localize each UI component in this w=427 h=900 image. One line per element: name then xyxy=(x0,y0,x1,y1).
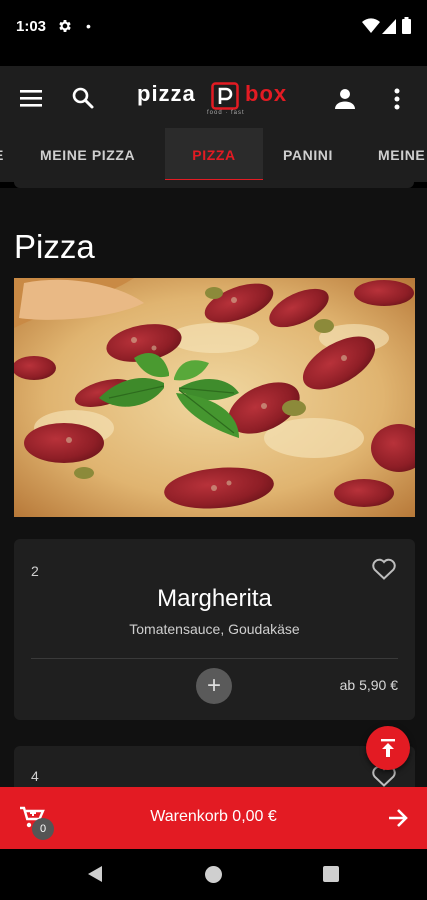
signal-icon xyxy=(382,19,396,34)
menu-icon[interactable] xyxy=(20,87,42,109)
status-bar: 1:03 • xyxy=(0,0,427,56)
product-number: 4 xyxy=(31,768,39,784)
search-icon[interactable] xyxy=(70,85,96,111)
product-number: 2 xyxy=(31,563,39,579)
arrow-right-icon[interactable] xyxy=(386,806,410,830)
notification-dot: • xyxy=(86,18,91,34)
section-title: Pizza xyxy=(14,228,95,265)
wifi-icon xyxy=(362,18,380,33)
home-circle-icon[interactable] xyxy=(205,866,222,883)
product-card[interactable]: 2 Margherita Tomatensauce, Goudakäse + a… xyxy=(14,539,415,720)
pizza-category-image xyxy=(14,278,415,517)
pizzabox-logo[interactable]: pizza box food · fast xyxy=(137,80,295,118)
cart-bar[interactable]: 0 Warenkorb 0,00 € xyxy=(0,787,427,849)
logo-tagline: food · fast xyxy=(207,110,245,116)
product-description: Tomatensauce, Goudakäse xyxy=(129,621,300,637)
recents-square-icon[interactable] xyxy=(323,866,339,882)
divider xyxy=(31,658,398,659)
scroll-top-icon xyxy=(381,739,395,757)
tab-pizza[interactable]: PIZZA xyxy=(165,128,263,182)
battery-icon xyxy=(402,17,411,34)
account-icon[interactable] xyxy=(332,86,358,112)
back-triangle-icon[interactable] xyxy=(86,865,104,883)
tab-meine-partial[interactable]: MEINE xyxy=(378,128,425,182)
pizza-illustration xyxy=(14,278,415,517)
logo-box-icon xyxy=(211,82,239,110)
logo-text-box: box xyxy=(245,81,288,106)
heart-outline-icon[interactable] xyxy=(371,557,397,581)
product-price: ab 5,90 € xyxy=(339,677,398,693)
system-nav-bar xyxy=(0,849,427,900)
status-time: 1:03 xyxy=(16,18,47,35)
logo-text-pizza: pizza xyxy=(137,81,196,106)
app-bar: pizza box food · fast xyxy=(0,66,427,132)
category-tabs: E MEINE PIZZA PIZZA PANINI MEINE xyxy=(0,128,427,182)
tab-partial-left[interactable]: E xyxy=(0,128,4,182)
more-vert-icon[interactable] xyxy=(386,86,408,112)
scroll-to-top-button[interactable] xyxy=(366,726,410,770)
product-name: Margherita xyxy=(157,585,272,612)
tab-panini[interactable]: PANINI xyxy=(283,128,333,182)
previous-card-edge xyxy=(14,180,414,188)
settings-gear-icon xyxy=(59,20,71,32)
add-to-cart-button[interactable]: + xyxy=(196,668,232,704)
cart-total-label: Warenkorb 0,00 € xyxy=(150,808,277,825)
tab-meine-pizza[interactable]: MEINE PIZZA xyxy=(40,128,135,182)
